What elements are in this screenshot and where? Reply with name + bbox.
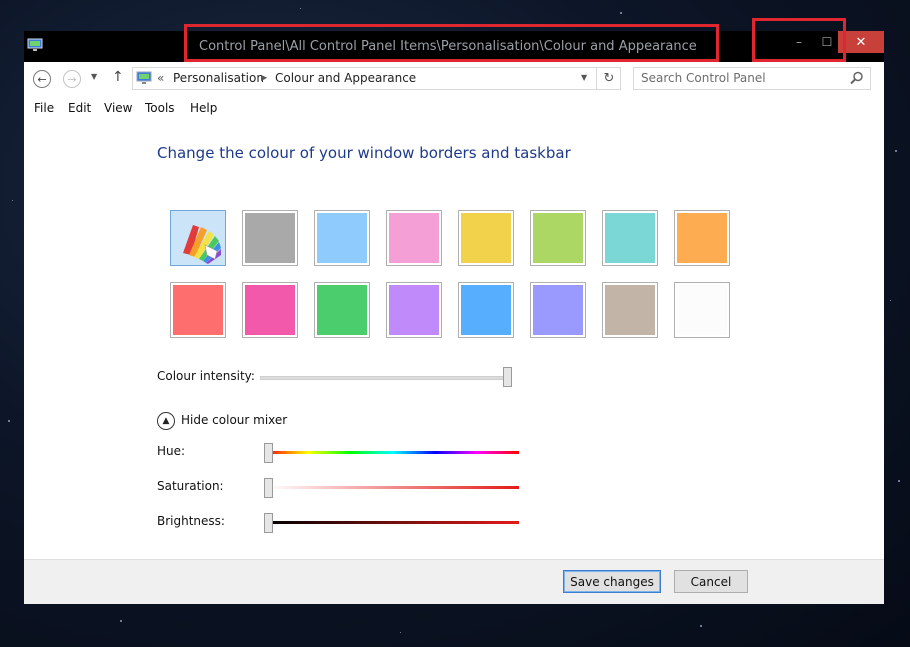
arrow-left-icon: ← bbox=[37, 72, 47, 86]
refresh-icon: ↻ bbox=[603, 71, 615, 86]
navigation-bar: ← → ▼ ↑ « Personalisation ▶ Colour and A… bbox=[24, 62, 884, 96]
colour-swatch-magenta[interactable] bbox=[242, 282, 298, 338]
footer-bar: Save changes Cancel bbox=[24, 559, 884, 604]
search-icon[interactable] bbox=[850, 71, 864, 85]
search-input[interactable]: Search Control Panel bbox=[641, 71, 766, 85]
up-button[interactable]: ↑ bbox=[112, 69, 124, 85]
hide-colour-mixer-label[interactable]: Hide colour mixer bbox=[181, 413, 287, 427]
colour-swatch-violet[interactable] bbox=[386, 282, 442, 338]
hide-colour-mixer-button[interactable]: ▲ bbox=[157, 412, 175, 430]
saturation-slider-thumb[interactable] bbox=[264, 478, 273, 498]
colour-swatch-blue[interactable] bbox=[458, 282, 514, 338]
hue-label: Hue: bbox=[157, 444, 186, 458]
swatch-fill bbox=[389, 213, 439, 263]
close-button[interactable]: ✕ bbox=[838, 31, 884, 53]
colour-swatch-sky-blue[interactable] bbox=[314, 210, 370, 266]
colour-swatch-white[interactable] bbox=[674, 282, 730, 338]
brightness-track[interactable] bbox=[266, 521, 519, 524]
control-panel-window: Control Panel\All Control Panel Items\Pe… bbox=[24, 18, 884, 604]
colour-intensity-track[interactable] bbox=[260, 376, 512, 380]
address-history-dropdown[interactable]: ▼ bbox=[581, 73, 587, 82]
swatch-fill bbox=[389, 285, 439, 335]
arrow-right-icon: → bbox=[67, 72, 77, 86]
forward-button[interactable]: → bbox=[63, 70, 81, 88]
swatch-fill bbox=[317, 285, 367, 335]
maximize-button[interactable]: ☐ bbox=[816, 31, 838, 53]
colour-swatch-teal[interactable] bbox=[602, 210, 658, 266]
swatch-fill bbox=[173, 285, 223, 335]
saturation-track[interactable] bbox=[266, 486, 519, 489]
back-button[interactable]: ← bbox=[33, 70, 51, 88]
control-panel-icon bbox=[136, 71, 152, 84]
breadcrumb-separator-icon[interactable]: ▶ bbox=[261, 73, 267, 82]
breadcrumb-overflow[interactable]: « bbox=[157, 71, 164, 85]
swatch-fill bbox=[677, 213, 727, 263]
control-panel-icon bbox=[27, 38, 43, 51]
hue-track[interactable] bbox=[266, 451, 519, 454]
colour-swatch-automatic[interactable] bbox=[170, 210, 226, 266]
address-bar[interactable]: « Personalisation ▶ Colour and Appearanc… bbox=[132, 67, 621, 90]
window-client-area: ← → ▼ ↑ « Personalisation ▶ Colour and A… bbox=[24, 62, 884, 604]
menu-file[interactable]: File bbox=[34, 101, 54, 115]
colour-swatch-pink[interactable] bbox=[386, 210, 442, 266]
search-box[interactable]: Search Control Panel bbox=[633, 67, 871, 90]
chevron-up-icon: ▲ bbox=[162, 416, 170, 426]
recent-locations-dropdown[interactable]: ▼ bbox=[91, 72, 97, 81]
swatch-fill bbox=[461, 285, 511, 335]
menu-tools[interactable]: Tools bbox=[145, 101, 175, 115]
swatch-fill bbox=[245, 285, 295, 335]
breadcrumb-personalisation[interactable]: Personalisation bbox=[173, 71, 264, 85]
colour-swatch-orange[interactable] bbox=[674, 210, 730, 266]
colour-swatch-lime[interactable] bbox=[530, 210, 586, 266]
colour-swatch-yellow[interactable] bbox=[458, 210, 514, 266]
title-bar[interactable]: Control Panel\All Control Panel Items\Pe… bbox=[24, 31, 884, 62]
menu-bar: File Edit View Tools Help bbox=[24, 98, 884, 120]
colour-swatch-salmon[interactable] bbox=[170, 282, 226, 338]
swatch-fill bbox=[533, 213, 583, 263]
colour-swatch-taupe[interactable] bbox=[602, 282, 658, 338]
colour-swatch-grey[interactable] bbox=[242, 210, 298, 266]
menu-help[interactable]: Help bbox=[190, 101, 217, 115]
swatch-fill bbox=[461, 213, 511, 263]
brightness-slider-thumb[interactable] bbox=[264, 513, 273, 533]
swatch-fill bbox=[317, 213, 367, 263]
swatch-fill bbox=[533, 285, 583, 335]
colour-palette-icon bbox=[183, 225, 221, 264]
page-heading: Change the colour of your window borders… bbox=[157, 144, 571, 162]
menu-view[interactable]: View bbox=[104, 101, 132, 115]
swatch-fill bbox=[245, 213, 295, 263]
hue-slider-thumb[interactable] bbox=[264, 443, 273, 463]
swatch-fill bbox=[605, 213, 655, 263]
swatch-fill bbox=[605, 285, 655, 335]
breadcrumb-colour-appearance[interactable]: Colour and Appearance bbox=[275, 71, 416, 85]
colour-intensity-label: Colour intensity: bbox=[157, 369, 255, 383]
colour-swatch-periwinkle[interactable] bbox=[530, 282, 586, 338]
menu-edit[interactable]: Edit bbox=[68, 101, 91, 115]
colour-swatch-green[interactable] bbox=[314, 282, 370, 338]
minimize-button[interactable]: – bbox=[788, 31, 810, 53]
brightness-label: Brightness: bbox=[157, 514, 225, 528]
save-changes-button[interactable]: Save changes bbox=[563, 570, 661, 593]
colour-intensity-slider-thumb[interactable] bbox=[503, 367, 512, 387]
swatch-fill bbox=[677, 285, 727, 335]
refresh-button[interactable]: ↻ bbox=[596, 68, 621, 89]
cancel-button[interactable]: Cancel bbox=[674, 570, 748, 593]
window-title: Control Panel\All Control Panel Items\Pe… bbox=[199, 39, 697, 54]
saturation-label: Saturation: bbox=[157, 479, 224, 493]
